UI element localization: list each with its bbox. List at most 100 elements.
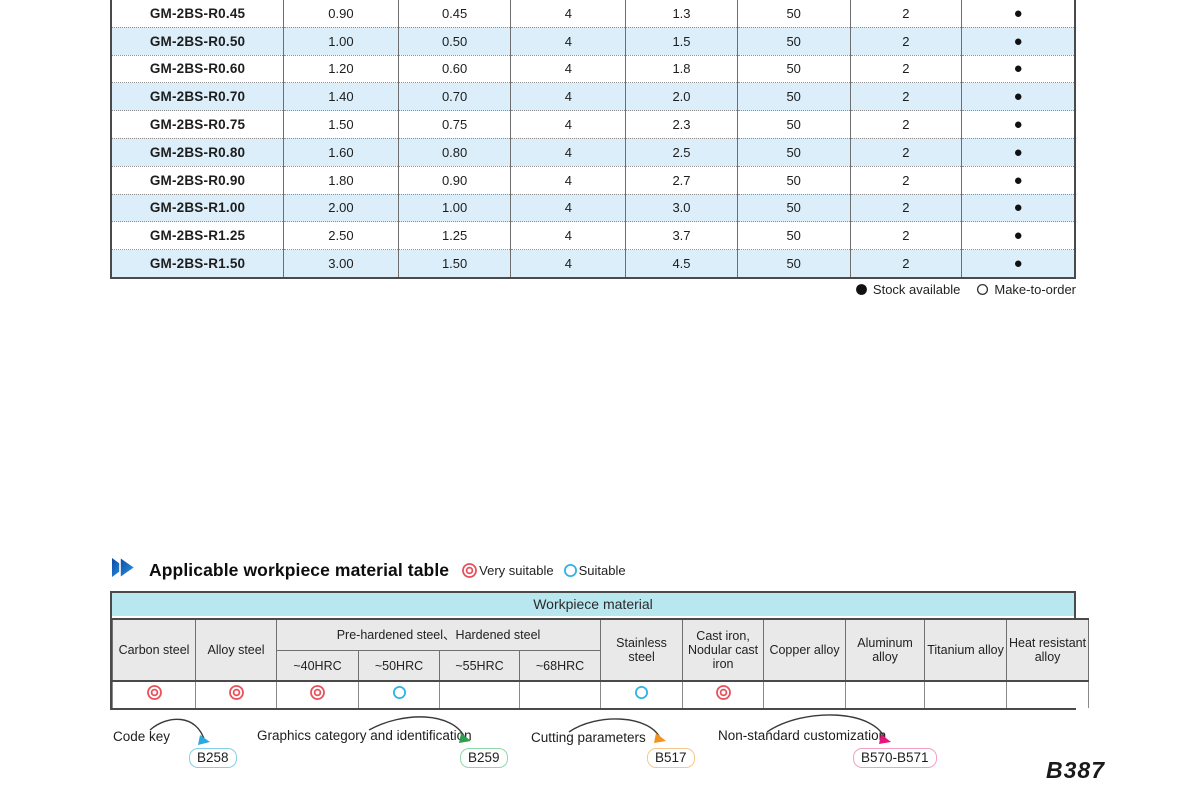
- material-column-header: Heat resistant alloy: [1007, 619, 1089, 681]
- stock-status-cell: ●: [962, 194, 1075, 222]
- model-cell: GM-2BS-R0.50: [111, 27, 284, 55]
- spec-cell: 50: [737, 55, 850, 83]
- product-row: GM-2BS-R1.252.501.2543.7502●: [111, 222, 1075, 250]
- page-reference-badge: B259: [460, 748, 508, 768]
- double-chevron-icon: [111, 556, 138, 584]
- workpiece-material-header: Workpiece material: [112, 593, 1074, 618]
- spec-cell: 2: [850, 55, 962, 83]
- stock-status-cell: ●: [962, 166, 1075, 194]
- spec-cell: 0.70: [398, 83, 511, 111]
- stock-available-icon: ●: [1014, 88, 1023, 105]
- stock-status-cell: ●: [962, 83, 1075, 111]
- material-rating-cell: [846, 681, 925, 708]
- spec-cell: 4: [511, 166, 626, 194]
- curved-arrow-icon: [366, 708, 481, 750]
- spec-cell: 1.50: [284, 111, 399, 139]
- spec-cell: 2: [850, 194, 962, 222]
- page-reference-badge: B517: [647, 748, 695, 768]
- material-column-header: ~40HRC: [277, 651, 359, 682]
- product-row: GM-2BS-R0.450.900.4541.3502●: [111, 0, 1075, 27]
- spec-cell: 2.0: [626, 83, 738, 111]
- spec-cell: 1.25: [398, 222, 511, 250]
- spec-cell: 4: [511, 222, 626, 250]
- spec-cell: 0.75: [398, 111, 511, 139]
- spec-cell: 50: [737, 222, 850, 250]
- material-column-header: Alloy steel: [196, 619, 277, 681]
- suitable-icon: [634, 685, 649, 700]
- material-rating-cell: [764, 681, 846, 708]
- stock-status-cell: ●: [962, 222, 1075, 250]
- stock-status-cell: ●: [962, 55, 1075, 83]
- model-cell: GM-2BS-R1.50: [111, 250, 284, 278]
- spec-cell: 50: [737, 138, 850, 166]
- material-column-header: Carbon steel: [113, 619, 196, 681]
- spec-cell: 2.50: [284, 222, 399, 250]
- spec-cell: 50: [737, 111, 850, 139]
- product-row: GM-2BS-R0.501.000.5041.5502●: [111, 27, 1075, 55]
- spec-cell: 4: [511, 111, 626, 139]
- open-circle-icon: [976, 283, 989, 296]
- material-rating-cell: [440, 681, 520, 708]
- spec-cell: 1.5: [626, 27, 738, 55]
- spec-cell: 50: [737, 27, 850, 55]
- suitability-legend-label: Suitable: [579, 563, 626, 578]
- suitability-legend-item: Suitable: [563, 563, 626, 578]
- material-rating-cell: [601, 681, 683, 708]
- spec-cell: 2: [850, 166, 962, 194]
- product-row: GM-2BS-R0.751.500.7542.3502●: [111, 111, 1075, 139]
- spec-cell: 0.45: [398, 0, 511, 27]
- material-column-header: Aluminum alloy: [846, 619, 925, 681]
- workpiece-material-grid-body: Carbon steelAlloy steelPre-hardened stee…: [113, 619, 1089, 708]
- very-suitable-icon: [309, 684, 326, 701]
- model-cell: GM-2BS-R0.45: [111, 0, 284, 27]
- spec-cell: 50: [737, 0, 850, 27]
- spec-cell: 2.7: [626, 166, 738, 194]
- spec-cell: 0.90: [398, 166, 511, 194]
- stock-status-cell: ●: [962, 250, 1075, 278]
- spec-cell: 0.60: [398, 55, 511, 83]
- spec-cell: 1.50: [398, 250, 511, 278]
- stock-available-icon: ●: [1014, 199, 1023, 216]
- stock-available-icon: ●: [1014, 5, 1023, 22]
- spec-cell: 4: [511, 194, 626, 222]
- stock-legend-item: Stock available: [855, 282, 960, 297]
- spec-cell: 4.5: [626, 250, 738, 278]
- product-row: GM-2BS-R0.601.200.6041.8502●: [111, 55, 1075, 83]
- very-suitable-icon: [228, 684, 245, 701]
- stock-legend-label: Stock available: [873, 282, 960, 297]
- workpiece-material-table: Workpiece material Carbon steelAlloy ste…: [110, 591, 1076, 710]
- product-row: GM-2BS-R0.701.400.7042.0502●: [111, 83, 1075, 111]
- stock-legend: Stock available Make-to-order: [760, 282, 1076, 297]
- stock-available-icon: ●: [1014, 144, 1023, 161]
- stock-available-icon: ●: [1014, 172, 1023, 189]
- spec-cell: 2: [850, 0, 962, 27]
- material-rating-cell: [1007, 681, 1089, 708]
- page-reference-badge: B258: [189, 748, 237, 768]
- suitability-legend: Very suitable Suitable: [461, 562, 625, 579]
- spec-cell: 3.7: [626, 222, 738, 250]
- spec-cell: 3.00: [284, 250, 399, 278]
- material-column-header: ~50HRC: [359, 651, 440, 682]
- model-cell: GM-2BS-R0.80: [111, 138, 284, 166]
- product-row: GM-2BS-R1.002.001.0043.0502●: [111, 194, 1075, 222]
- spec-cell: 2.3: [626, 111, 738, 139]
- spec-cell: 1.20: [284, 55, 399, 83]
- stock-legend-label: Make-to-order: [994, 282, 1076, 297]
- spec-cell: 1.40: [284, 83, 399, 111]
- curved-arrow-icon: [566, 710, 671, 750]
- suitability-legend-item: Very suitable: [461, 562, 553, 579]
- stock-available-icon: ●: [1014, 60, 1023, 77]
- spec-cell: 4: [511, 0, 626, 27]
- spec-cell: 2: [850, 111, 962, 139]
- spec-cell: 1.00: [284, 27, 399, 55]
- stock-status-cell: ●: [962, 111, 1075, 139]
- spec-cell: 50: [737, 83, 850, 111]
- spec-cell: 2.00: [284, 194, 399, 222]
- stock-legend-item: Make-to-order: [976, 282, 1076, 297]
- product-row: GM-2BS-R0.801.600.8042.5502●: [111, 138, 1075, 166]
- spec-cell: 4: [511, 83, 626, 111]
- spec-cell: 50: [737, 194, 850, 222]
- spec-cell: 1.00: [398, 194, 511, 222]
- spec-cell: 4: [511, 250, 626, 278]
- stock-status-cell: ●: [962, 27, 1075, 55]
